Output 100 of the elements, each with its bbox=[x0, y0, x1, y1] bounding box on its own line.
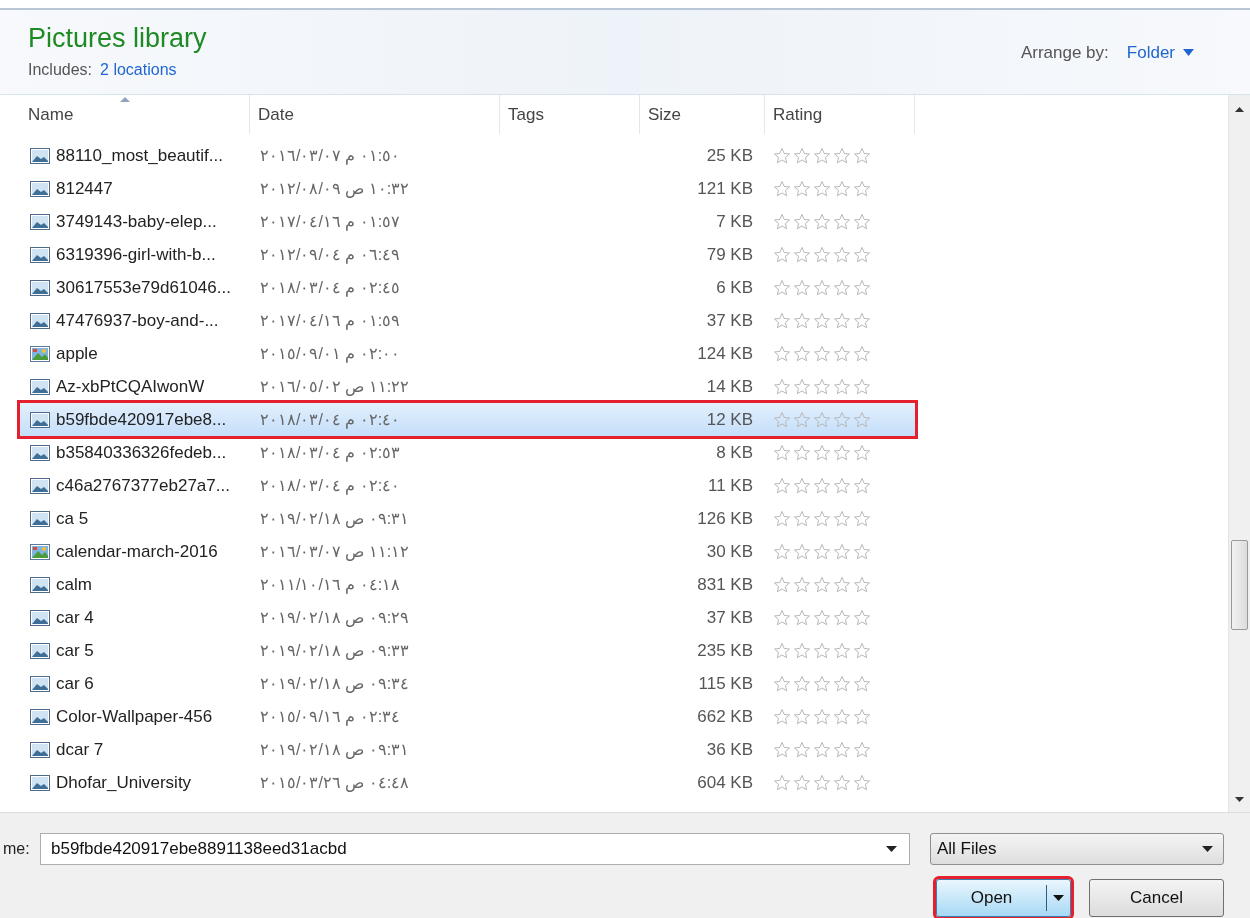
star-icon[interactable] bbox=[793, 377, 811, 396]
star-icon[interactable] bbox=[833, 344, 851, 363]
star-icon[interactable] bbox=[793, 740, 811, 759]
star-icon[interactable] bbox=[773, 740, 791, 759]
star-icon[interactable] bbox=[773, 674, 791, 693]
star-icon[interactable] bbox=[833, 773, 851, 792]
star-icon[interactable] bbox=[793, 344, 811, 363]
star-icon[interactable] bbox=[833, 476, 851, 495]
scroll-up-icon[interactable] bbox=[1235, 107, 1244, 112]
star-icon[interactable] bbox=[833, 146, 851, 165]
star-icon[interactable] bbox=[793, 674, 811, 693]
star-icon[interactable] bbox=[793, 641, 811, 660]
caret-icon[interactable] bbox=[1053, 895, 1064, 901]
star-icon[interactable] bbox=[833, 740, 851, 759]
star-icon[interactable] bbox=[853, 377, 871, 396]
star-icon[interactable] bbox=[813, 410, 831, 429]
star-icon[interactable] bbox=[853, 476, 871, 495]
star-icon[interactable] bbox=[853, 575, 871, 594]
star-icon[interactable] bbox=[813, 146, 831, 165]
star-icon[interactable] bbox=[773, 773, 791, 792]
star-icon[interactable] bbox=[853, 311, 871, 330]
star-icon[interactable] bbox=[853, 410, 871, 429]
star-icon[interactable] bbox=[793, 575, 811, 594]
star-icon[interactable] bbox=[793, 410, 811, 429]
star-icon[interactable] bbox=[833, 278, 851, 297]
star-icon[interactable] bbox=[773, 410, 791, 429]
star-icon[interactable] bbox=[853, 740, 871, 759]
star-icon[interactable] bbox=[773, 476, 791, 495]
star-icon[interactable] bbox=[793, 707, 811, 726]
star-icon[interactable] bbox=[813, 179, 831, 198]
star-icon[interactable] bbox=[773, 641, 791, 660]
cancel-button[interactable]: Cancel bbox=[1089, 879, 1224, 917]
star-icon[interactable] bbox=[833, 377, 851, 396]
scroll-down-icon[interactable] bbox=[1235, 797, 1244, 802]
star-icon[interactable] bbox=[833, 509, 851, 528]
star-icon[interactable] bbox=[813, 476, 831, 495]
star-icon[interactable] bbox=[813, 443, 831, 462]
star-icon[interactable] bbox=[773, 146, 791, 165]
star-icon[interactable] bbox=[833, 443, 851, 462]
star-icon[interactable] bbox=[853, 344, 871, 363]
star-icon[interactable] bbox=[833, 707, 851, 726]
star-icon[interactable] bbox=[853, 608, 871, 627]
star-icon[interactable] bbox=[793, 509, 811, 528]
file-type-dropdown[interactable]: All Files bbox=[930, 833, 1224, 865]
star-icon[interactable] bbox=[833, 542, 851, 561]
star-icon[interactable] bbox=[833, 575, 851, 594]
star-icon[interactable] bbox=[773, 707, 791, 726]
star-icon[interactable] bbox=[813, 674, 831, 693]
arrange-dropdown[interactable]: Folder bbox=[1126, 40, 1194, 66]
star-icon[interactable] bbox=[833, 674, 851, 693]
column-header[interactable]: Rating bbox=[765, 95, 915, 134]
star-icon[interactable] bbox=[793, 278, 811, 297]
star-icon[interactable] bbox=[833, 641, 851, 660]
star-icon[interactable] bbox=[773, 278, 791, 297]
star-icon[interactable] bbox=[833, 179, 851, 198]
star-icon[interactable] bbox=[853, 509, 871, 528]
star-icon[interactable] bbox=[793, 311, 811, 330]
star-icon[interactable] bbox=[773, 311, 791, 330]
star-icon[interactable] bbox=[853, 179, 871, 198]
column-header[interactable]: Date bbox=[250, 95, 500, 134]
scrollbar[interactable] bbox=[1228, 95, 1250, 812]
star-icon[interactable] bbox=[853, 773, 871, 792]
star-icon[interactable] bbox=[813, 542, 831, 561]
star-icon[interactable] bbox=[853, 245, 871, 264]
star-icon[interactable] bbox=[853, 443, 871, 462]
dropdown-caret-icon[interactable] bbox=[886, 846, 897, 852]
star-icon[interactable] bbox=[813, 641, 831, 660]
star-icon[interactable] bbox=[853, 146, 871, 165]
star-icon[interactable] bbox=[793, 476, 811, 495]
star-icon[interactable] bbox=[833, 311, 851, 330]
star-icon[interactable] bbox=[813, 773, 831, 792]
column-header[interactable]: Tags bbox=[500, 95, 640, 134]
star-icon[interactable] bbox=[773, 542, 791, 561]
locations-link[interactable]: 2 locations bbox=[100, 58, 177, 82]
star-icon[interactable] bbox=[833, 410, 851, 429]
star-icon[interactable] bbox=[813, 575, 831, 594]
star-icon[interactable] bbox=[773, 377, 791, 396]
star-icon[interactable] bbox=[813, 278, 831, 297]
star-icon[interactable] bbox=[813, 608, 831, 627]
star-icon[interactable] bbox=[773, 212, 791, 231]
star-icon[interactable] bbox=[813, 740, 831, 759]
star-icon[interactable] bbox=[853, 212, 871, 231]
column-header[interactable]: Name bbox=[20, 95, 250, 134]
star-icon[interactable] bbox=[853, 278, 871, 297]
star-icon[interactable] bbox=[833, 245, 851, 264]
star-icon[interactable] bbox=[793, 773, 811, 792]
star-icon[interactable] bbox=[813, 377, 831, 396]
star-icon[interactable] bbox=[793, 443, 811, 462]
star-icon[interactable] bbox=[793, 146, 811, 165]
star-icon[interactable] bbox=[853, 542, 871, 561]
star-icon[interactable] bbox=[813, 707, 831, 726]
star-icon[interactable] bbox=[833, 608, 851, 627]
star-icon[interactable] bbox=[793, 212, 811, 231]
star-icon[interactable] bbox=[813, 245, 831, 264]
star-icon[interactable] bbox=[773, 344, 791, 363]
file-name-field[interactable]: b59fbde420917ebe8891138eed31acbd bbox=[40, 833, 910, 865]
star-icon[interactable] bbox=[813, 344, 831, 363]
star-icon[interactable] bbox=[853, 674, 871, 693]
star-icon[interactable] bbox=[773, 179, 791, 198]
star-icon[interactable] bbox=[773, 245, 791, 264]
